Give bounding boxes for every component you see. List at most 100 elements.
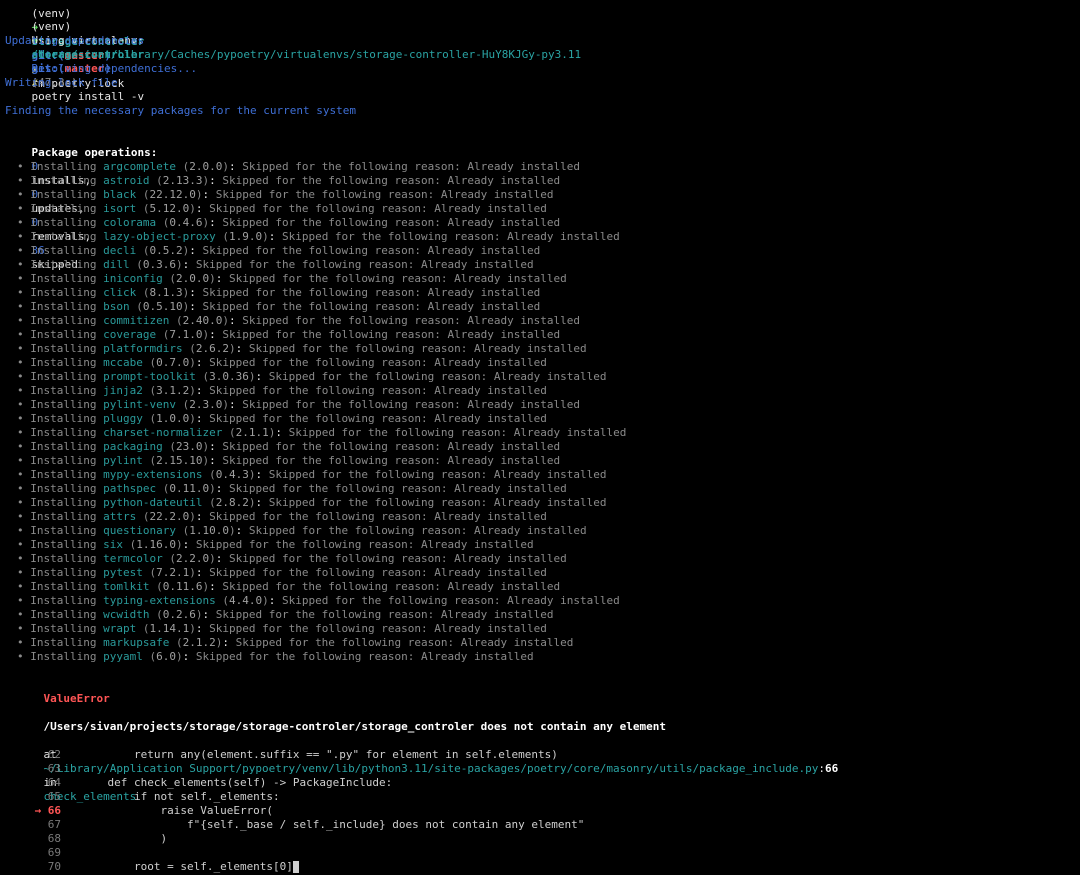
colon: : bbox=[195, 356, 203, 369]
version-close: ) bbox=[209, 272, 216, 285]
colon: : bbox=[215, 272, 223, 285]
line-number: 67 bbox=[5, 818, 61, 832]
package-row: • Installing mccabe (0.7.0): Skipped for… bbox=[17, 356, 547, 370]
version-close: ) bbox=[189, 622, 196, 635]
colon: : bbox=[215, 482, 223, 495]
package-name: isort bbox=[103, 202, 137, 215]
version-close: ) bbox=[222, 160, 229, 173]
version-open: ( bbox=[209, 468, 216, 481]
package-version: 2.13.3 bbox=[162, 174, 203, 187]
package-row: • Installing typing-extensions (4.4.0): … bbox=[17, 594, 620, 608]
version-close: ) bbox=[189, 510, 196, 523]
package-version: 2.40.0 bbox=[182, 314, 223, 327]
install-prefix: • Installing bbox=[17, 328, 97, 341]
package-version: 7.2.1 bbox=[156, 566, 190, 579]
skip-reason: Skipped for the following reason: Alread… bbox=[228, 552, 567, 565]
install-prefix: • Installing bbox=[17, 650, 97, 663]
package-version: 2.1.2 bbox=[182, 636, 216, 649]
version-close: ) bbox=[189, 566, 196, 579]
skip-reason: Skipped for the following reason: Alread… bbox=[209, 510, 547, 523]
install-prefix: • Installing bbox=[17, 566, 97, 579]
package-row: • Installing prompt-toolkit (3.0.36): Sk… bbox=[17, 370, 606, 384]
package-row: • Installing commitizen (2.40.0): Skippe… bbox=[17, 314, 580, 328]
colon: : bbox=[235, 524, 243, 537]
version-open: ( bbox=[228, 426, 236, 439]
package-row: • Installing lazy-object-proxy (1.9.0): … bbox=[17, 230, 620, 244]
version-close: ) bbox=[228, 524, 236, 537]
package-name: pytest bbox=[103, 566, 143, 579]
prompt-line: (venv) ➜ storage-controler git:(master) … bbox=[5, 6, 145, 103]
line-number: 70 bbox=[5, 860, 61, 874]
version-open: ( bbox=[175, 636, 183, 649]
package-row: • Installing pyyaml (6.0): Skipped for t… bbox=[17, 650, 534, 664]
install-prefix: • Installing bbox=[17, 272, 97, 285]
package-row: • Installing decli (0.5.2): Skipped for … bbox=[17, 244, 540, 258]
package-version: 5.12.0 bbox=[149, 202, 190, 215]
install-prefix: • Installing bbox=[17, 230, 97, 243]
version-open: ( bbox=[222, 594, 229, 607]
skip-reason: Skipped for the following reason: Alread… bbox=[209, 566, 547, 579]
skip-reason: Skipped for the following reason: Alread… bbox=[235, 636, 574, 649]
terminal-window[interactable]: (venv) ➜ storage-controler git:(master) … bbox=[0, 0, 1080, 875]
colon: : bbox=[228, 160, 236, 173]
package-name: platformdirs bbox=[103, 342, 183, 355]
package-name: coverage bbox=[103, 328, 157, 341]
skip-reason: Skipped for the following reason: Alread… bbox=[202, 300, 541, 313]
package-name: colorama bbox=[103, 216, 157, 229]
error-type-text: ValueError bbox=[43, 692, 110, 705]
ops-label: Package operations: bbox=[31, 146, 158, 159]
package-name: pathspec bbox=[103, 482, 157, 495]
package-version: 0.4.6 bbox=[169, 216, 203, 229]
install-prefix: • Installing bbox=[17, 342, 97, 355]
package-name: six bbox=[103, 538, 123, 551]
package-row: • Installing black (22.12.0): Skipped fo… bbox=[17, 188, 553, 202]
code-line: 69 bbox=[5, 846, 81, 860]
code-line: 67 f"{self._base / self._include} does n… bbox=[5, 818, 585, 832]
package-row: • Installing pathspec (0.11.0): Skipped … bbox=[17, 482, 567, 496]
version-open: ( bbox=[169, 552, 176, 565]
version-open: ( bbox=[209, 496, 216, 509]
package-name: argcomplete bbox=[103, 160, 176, 173]
package-version: 7.1.0 bbox=[169, 328, 203, 341]
colon: : bbox=[228, 398, 236, 411]
colon: : bbox=[195, 622, 203, 635]
package-version: 2.0.0 bbox=[189, 160, 223, 173]
package-name: pluggy bbox=[103, 412, 143, 425]
skip-reason: Skipped for the following reason: Alread… bbox=[281, 230, 620, 243]
skip-reason: Skipped for the following reason: Alread… bbox=[268, 496, 607, 509]
package-version: 2.8.2 bbox=[215, 496, 249, 509]
skip-reason: Skipped for the following reason: Alread… bbox=[281, 594, 620, 607]
code-text: raise ValueError( bbox=[81, 804, 274, 817]
colon: : bbox=[182, 258, 190, 271]
package-row: • Installing pylint-venv (2.3.0): Skippe… bbox=[17, 398, 580, 412]
package-version: 2.1.1 bbox=[235, 426, 269, 439]
install-prefix: • Installing bbox=[17, 426, 97, 439]
package-name: wrapt bbox=[103, 622, 137, 635]
package-name: pylint-venv bbox=[103, 398, 176, 411]
skip-reason: Skipped for the following reason: Alread… bbox=[209, 412, 547, 425]
version-open: ( bbox=[156, 580, 163, 593]
package-row: • Installing platformdirs (2.6.2): Skipp… bbox=[17, 342, 587, 356]
colon: : bbox=[209, 328, 216, 341]
colon: : bbox=[228, 314, 236, 327]
skip-reason: Skipped for the following reason: Alread… bbox=[222, 440, 561, 453]
install-prefix: • Installing bbox=[17, 286, 97, 299]
resolving-text: Resolving dependencies... bbox=[31, 62, 198, 75]
package-version: 0.3.6 bbox=[142, 258, 176, 271]
package-version: 2.3.0 bbox=[189, 398, 223, 411]
skip-reason: Skipped for the following reason: Alread… bbox=[222, 174, 561, 187]
package-row: • Installing click (8.1.3): Skipped for … bbox=[17, 286, 540, 300]
code-text: ) bbox=[81, 832, 168, 845]
skip-reason: Skipped for the following reason: Alread… bbox=[228, 482, 567, 495]
skip-reason: Skipped for the following reason: Alread… bbox=[202, 286, 541, 299]
package-row: • Installing isort (5.12.0): Skipped for… bbox=[17, 202, 547, 216]
skip-reason: Skipped for the following reason: Alread… bbox=[268, 370, 607, 383]
package-row: • Installing astroid (2.13.3): Skipped f… bbox=[17, 174, 560, 188]
error-message: /Users/sivan/projects/storage/storage-co… bbox=[17, 706, 667, 733]
package-name: jinja2 bbox=[103, 384, 143, 397]
package-name: pylint bbox=[103, 454, 143, 467]
package-version: 23.0 bbox=[175, 440, 203, 453]
package-row: • Installing termcolor (2.2.0): Skipped … bbox=[17, 552, 567, 566]
code-line: 70 root = self._elements[0] bbox=[5, 860, 299, 874]
line-number: 64 bbox=[5, 776, 61, 790]
